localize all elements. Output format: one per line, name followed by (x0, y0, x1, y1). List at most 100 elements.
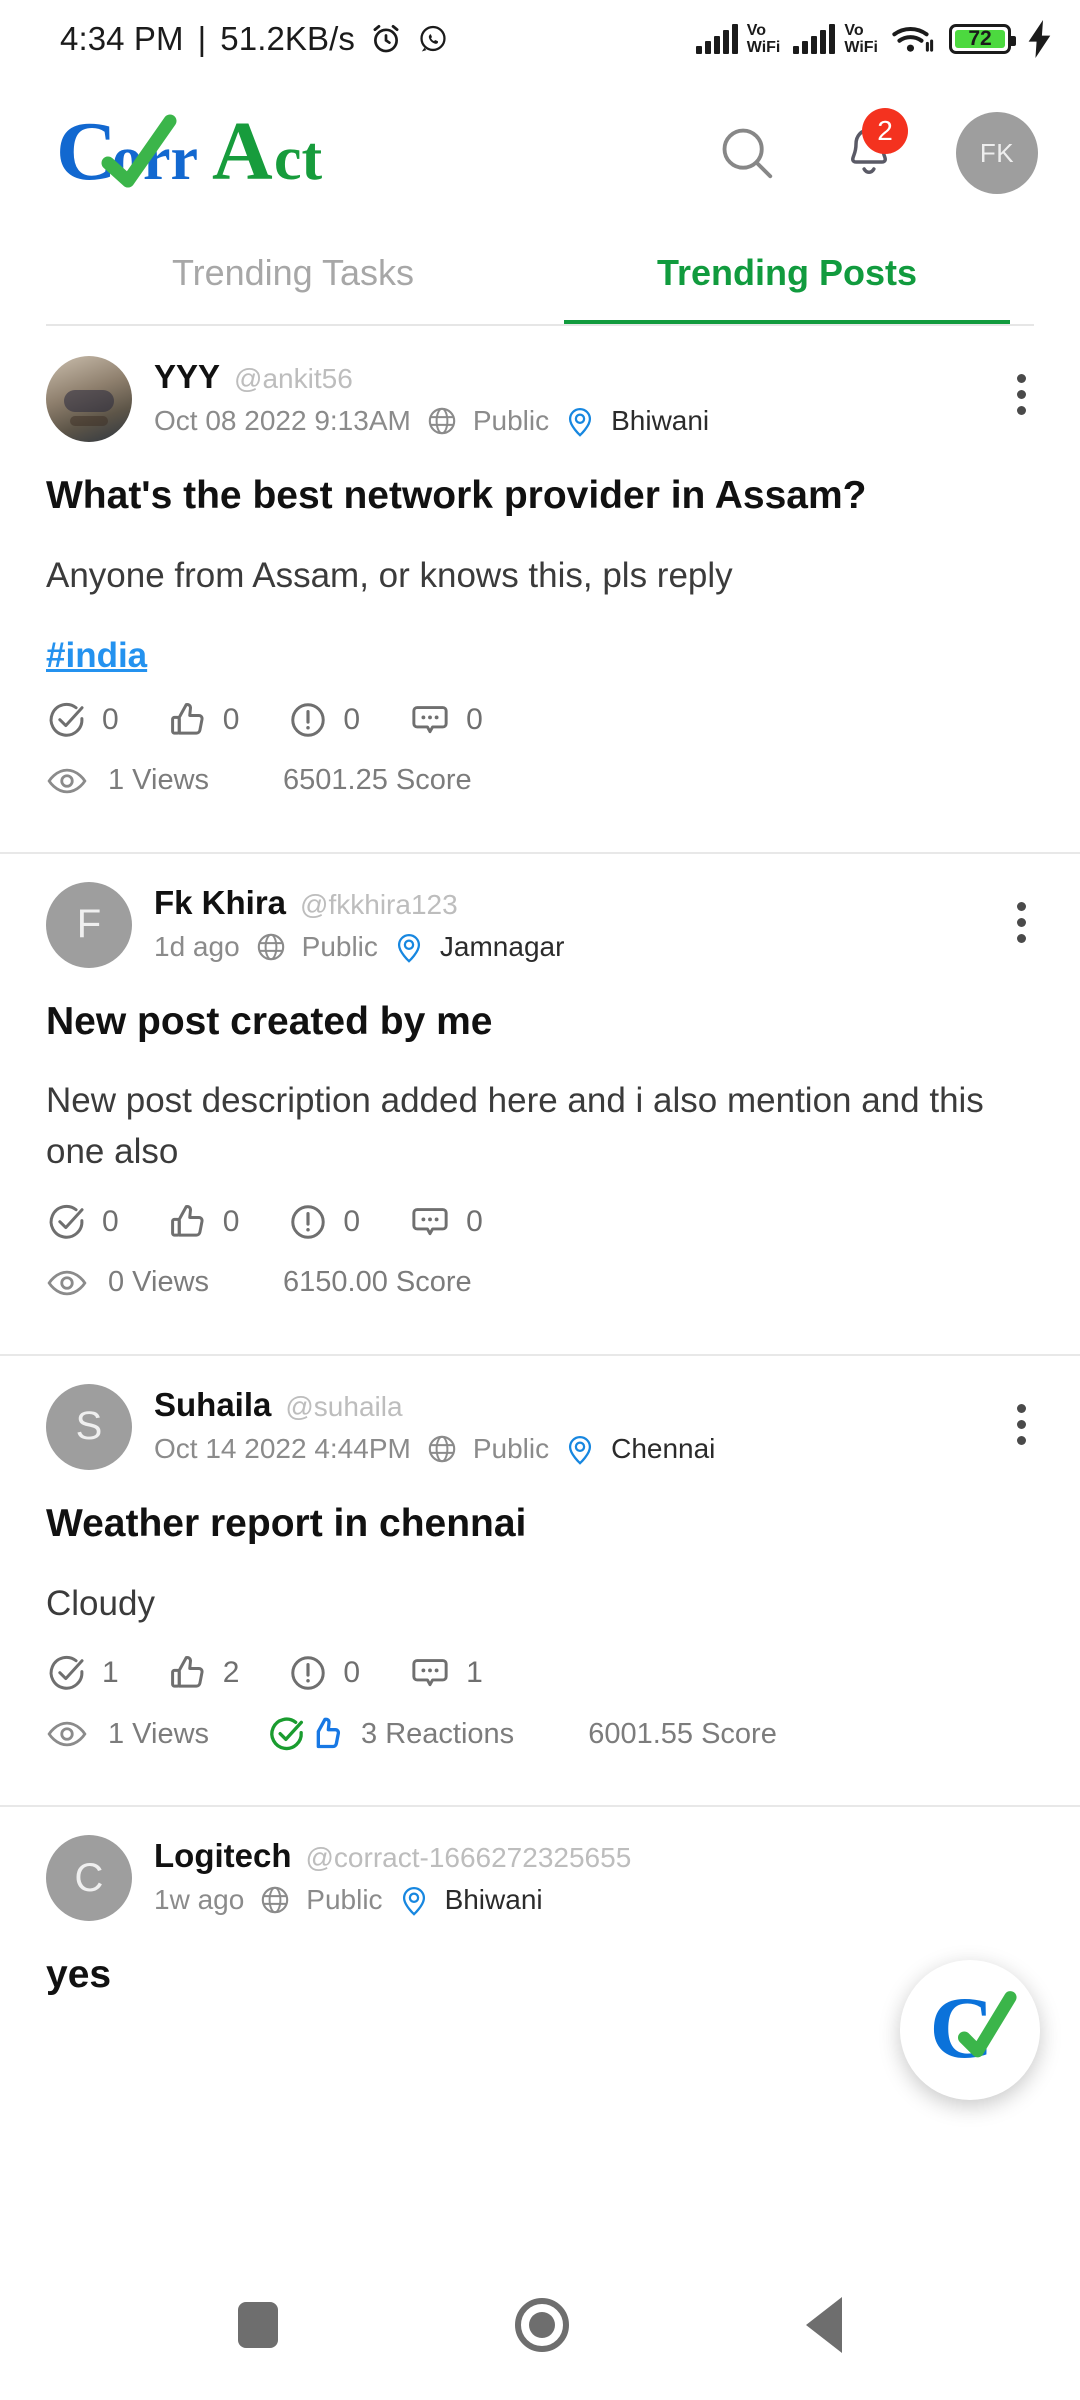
post-submeta-row: Oct 14 2022 4:44PM Public Chennai (154, 1432, 1034, 1466)
post-author-handle[interactable]: @suhaila (285, 1391, 402, 1423)
post-views: 0 Views (108, 1266, 210, 1299)
post-author-avatar[interactable]: C (46, 1835, 132, 1922)
post-author-name[interactable]: Fk Khira (154, 884, 286, 922)
alert-circle-icon (291, 702, 326, 737)
post-score: 6501.25 Score (283, 764, 472, 796)
reaction-comment[interactable]: 1 (408, 1651, 483, 1695)
post-author-meta: YYY @ankit56 Oct 08 2022 9:13AM Public B… (154, 356, 1034, 438)
reaction-comment-count: 0 (466, 702, 483, 736)
post-menu-button[interactable] (1009, 366, 1034, 423)
notifications-button[interactable]: 2 (834, 108, 908, 188)
reaction-verify[interactable]: 1 (46, 1652, 119, 1694)
post-title: Weather report in chennai (46, 1501, 527, 1545)
reaction-report-count: 0 (343, 1204, 361, 1238)
reaction-like-count: 0 (222, 702, 240, 736)
post-author-avatar[interactable] (46, 356, 132, 442)
app-screen: 4:34 PM | 51.2KB/s Vo WiFi Vo WiFi 72 C … (0, 0, 1080, 2400)
status-bar: 4:34 PM | 51.2KB/s Vo WiFi Vo WiFi 72 (0, 0, 1080, 78)
status-time: 4:34 PM (60, 20, 184, 57)
post-score: 6001.55 Score (588, 1717, 777, 1750)
posts-feed[interactable]: YYY @ankit56 Oct 08 2022 9:13AM Public B… (0, 326, 1080, 2250)
post-submeta-row: 1w ago Public Bhiwani (154, 1883, 1034, 1917)
thumbs-up-icon (170, 1204, 204, 1237)
post-item[interactable]: YYY @ankit56 Oct 08 2022 9:13AM Public B… (0, 326, 1080, 828)
svg-text:ct: ct (274, 125, 323, 193)
post-author-name-row: YYY @ankit56 (154, 358, 1034, 396)
home-button[interactable] (514, 2298, 569, 2352)
post-author-handle[interactable]: @ankit56 (234, 363, 353, 395)
post-author-avatar[interactable]: F (46, 881, 132, 968)
post-author-meta: Logitech @corract-1666272325655 1w ago P… (154, 1835, 1034, 1917)
vowifi-label-sim1: Vo WiFi (746, 22, 781, 56)
globe-icon (428, 1435, 456, 1462)
post-header: YYY @ankit56 Oct 08 2022 9:13AM Public B… (46, 356, 1034, 442)
eye-icon (47, 1270, 87, 1296)
post-author-handle[interactable]: @corract-1666272325655 (306, 1842, 632, 1874)
post-timestamp: 1d ago (154, 930, 240, 962)
post-menu-button[interactable] (1009, 894, 1034, 951)
globe-icon (428, 407, 456, 435)
globe-icon (257, 933, 284, 960)
location-pin-icon (402, 1887, 425, 1916)
tab-bar: Trending Tasks Trending Posts (0, 228, 1080, 324)
post-stats-row: 1 Views 3 Reactions 6001.55 Score (46, 1713, 1034, 1781)
post-author-name[interactable]: Logitech (154, 1837, 292, 1875)
post-author-name[interactable]: YYY (154, 358, 220, 396)
reaction-like[interactable]: 0 (167, 699, 240, 741)
location-pin-icon (569, 407, 592, 437)
post-item[interactable]: F Fk Khira @fkkhira123 1d ago Public Jam… (0, 851, 1080, 1330)
post-author-name-row: Logitech @corract-1666272325655 (154, 1837, 1034, 1875)
reaction-like-count: 0 (222, 1204, 240, 1238)
reaction-like[interactable]: 0 (167, 1201, 240, 1243)
post-hashtag[interactable]: #india (46, 636, 147, 676)
post-author-avatar[interactable]: S (46, 1383, 132, 1470)
reaction-verify[interactable]: 0 (46, 699, 119, 741)
post-author-name[interactable]: Suhaila (154, 1386, 271, 1424)
reaction-report[interactable]: 0 (287, 1201, 360, 1243)
profile-avatar[interactable]: FK (956, 112, 1038, 194)
check-circle-icon (49, 1656, 84, 1690)
reaction-comment-count: 0 (466, 1204, 483, 1238)
post-header: C Logitech @corract-1666272325655 1w ago (46, 1835, 1034, 1922)
reaction-like[interactable]: 2 (167, 1652, 239, 1694)
post-reaction-summary: 3 Reactions (361, 1717, 515, 1750)
post-submeta-row: Oct 08 2022 9:13AM Public Bhiwani (154, 404, 1034, 438)
recents-button[interactable] (238, 2302, 279, 2348)
reaction-report[interactable]: 0 (287, 699, 360, 741)
reaction-comment[interactable]: 0 (408, 1200, 483, 1244)
post-title: New post created by me (46, 999, 493, 1043)
post-item[interactable]: C Logitech @corract-1666272325655 1w ago (0, 1805, 1080, 2000)
post-author-meta: Fk Khira @fkkhira123 1d ago Public Jamna… (154, 882, 1034, 964)
post-stats-row: 1 Views 6501.25 Score (46, 760, 1034, 828)
post-item[interactable]: S Suhaila @suhaila Oct 14 2022 4:44PM Pu… (0, 1353, 1080, 1782)
post-author-meta: Suhaila @suhaila Oct 14 2022 4:44PM Publ… (154, 1384, 1034, 1466)
location-pin-icon (569, 1435, 592, 1465)
tab-trending-posts[interactable]: Trending Posts (540, 228, 1034, 324)
svg-text:A: A (212, 107, 273, 198)
post-location: Bhiwani (444, 1884, 543, 1916)
globe-icon (262, 1887, 289, 1914)
thumbs-up-blue-icon (316, 1717, 341, 1749)
battery-indicator: 72 (949, 24, 1016, 54)
tab-trending-tasks[interactable]: Trending Tasks (46, 228, 540, 324)
location-pin-icon (397, 933, 420, 963)
create-post-fab[interactable]: C (900, 1960, 1040, 2100)
post-stats-row: 0 Views 6150.00 Score (46, 1262, 1034, 1330)
check-circle-icon (49, 702, 84, 737)
system-navigation-bar (0, 2250, 1080, 2400)
header-actions: 2 FK (712, 108, 1038, 194)
post-author-handle[interactable]: @fkkhira123 (300, 889, 458, 921)
svg-text:C: C (56, 107, 117, 198)
app-logo[interactable]: C orr A ct (56, 107, 356, 199)
reaction-comment[interactable]: 0 (408, 698, 483, 742)
post-menu-button[interactable] (1009, 1396, 1034, 1453)
post-visibility: Public (306, 1884, 383, 1916)
reaction-comment-count: 1 (466, 1656, 483, 1690)
back-button[interactable] (805, 2297, 842, 2353)
reaction-report[interactable]: 0 (287, 1652, 360, 1694)
status-bar-right: Vo WiFi Vo WiFi 72 (695, 20, 1054, 58)
status-bar-left: 4:34 PM | 51.2KB/s (60, 20, 449, 58)
eye-icon (47, 768, 87, 793)
search-button[interactable] (712, 118, 782, 188)
reaction-verify[interactable]: 0 (46, 1201, 119, 1243)
